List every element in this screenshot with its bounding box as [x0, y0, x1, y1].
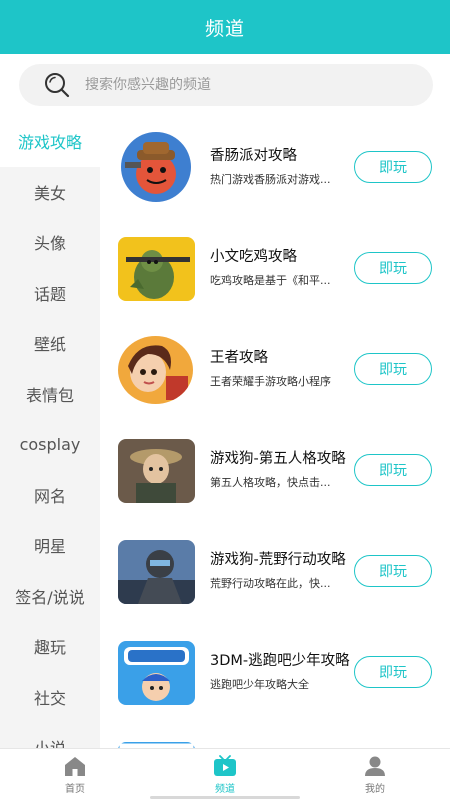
list-item[interactable]: 王者攻略 王者荣耀手游攻略小程序 即玩 [100, 318, 450, 419]
sidebar-item-fun[interactable]: 趣玩 [0, 621, 100, 672]
sidebar-item-signatures[interactable]: 签名/说说 [0, 571, 100, 622]
list-item[interactable]: 小文吃鸡攻略 吃鸡攻略是基于《和平... 即玩 [100, 217, 450, 318]
item-title: 游戏狗-荒野行动攻略 [210, 551, 346, 568]
honor-of-kings-thumbnail [118, 336, 193, 404]
sausage-party-thumbnail [121, 132, 191, 202]
play-button[interactable]: 即玩 [354, 353, 432, 385]
person-icon [365, 756, 385, 776]
category-sidebar: 游戏攻略 美女 头像 话题 壁纸 表情包 cosplay 网名 明星 签名/说说… [0, 116, 100, 748]
sidebar-item-avatars[interactable]: 头像 [0, 217, 100, 268]
sidebar-item-novels[interactable]: 小说 [0, 722, 100, 748]
knives-out-thumbnail [118, 540, 195, 604]
item-description: 第五人格攻略，快点击... [210, 475, 331, 489]
list-item[interactable]: 游戏狗-第五人格攻略 第五人格攻略，快点击... 即玩 [100, 419, 450, 520]
sidebar-item-beauty[interactable]: 美女 [0, 167, 100, 218]
item-description: 王者荣耀手游攻略小程序 [210, 374, 331, 388]
tab-label: 首页 [65, 783, 85, 795]
item-description: 逃跑吧少年攻略大全 [210, 677, 309, 691]
tab-label: 我的 [365, 783, 385, 795]
bottom-tab-bar: 首页 频道 我的 [0, 748, 450, 800]
header-bar: 频道 [0, 0, 450, 54]
list-item[interactable]: 游戏狗-荒野行动攻略 荒野行动攻略在此，快... 即玩 [100, 520, 450, 621]
identity-v-thumbnail [118, 439, 195, 503]
page-title: 频道 [204, 17, 245, 40]
item-title: 王者攻略 [210, 349, 268, 366]
play-button[interactable]: 即玩 [354, 454, 432, 486]
item-title: 游戏狗-第五人格攻略 [210, 450, 346, 467]
channel-list: 香肠派对攻略 热门游戏香肠派对游戏... 即玩 小文吃鸡攻略 吃鸡攻略是基于《和… [100, 116, 450, 748]
tab-label: 频道 [215, 783, 235, 795]
sidebar-item-stickers[interactable]: 表情包 [0, 369, 100, 420]
sidebar-item-topics[interactable]: 话题 [0, 268, 100, 319]
sidebar-item-social[interactable]: 社交 [0, 672, 100, 723]
play-button[interactable]: 即玩 [354, 555, 432, 587]
search-icon [45, 73, 70, 98]
home-indicator [150, 796, 300, 799]
list-item-partial[interactable] [100, 722, 450, 748]
list-item[interactable]: 3DM-逃跑吧少年攻略 逃跑吧少年攻略大全 即玩 [100, 621, 450, 722]
tab-home[interactable]: 首页 [0, 749, 150, 800]
item-description: 热门游戏香肠派对游戏... [210, 172, 331, 186]
tab-channels[interactable]: 频道 [150, 749, 300, 800]
tab-profile[interactable]: 我的 [300, 749, 450, 800]
escape-boy-thumbnail [118, 641, 195, 705]
play-button[interactable]: 即玩 [354, 252, 432, 284]
search-bar[interactable] [19, 64, 433, 106]
item-description: 吃鸡攻略是基于《和平... [210, 273, 331, 287]
search-input[interactable] [85, 77, 433, 93]
sidebar-item-celebrities[interactable]: 明星 [0, 520, 100, 571]
item-title: 小文吃鸡攻略 [210, 248, 297, 265]
tv-icon [214, 754, 236, 776]
item-title: 3DM-逃跑吧少年攻略 [210, 652, 350, 669]
sidebar-item-cosplay[interactable]: cosplay [0, 419, 100, 470]
search-area [0, 54, 450, 116]
pubg-soldier-thumbnail [118, 237, 195, 301]
item-title: 香肠派对攻略 [210, 147, 297, 164]
play-button[interactable]: 即玩 [354, 656, 432, 688]
home-icon [65, 756, 85, 776]
sidebar-item-game-guides[interactable]: 游戏攻略 [0, 116, 100, 167]
item-description: 荒野行动攻略在此，快... [210, 576, 331, 590]
sidebar-item-nicknames[interactable]: 网名 [0, 470, 100, 521]
list-item[interactable]: 香肠派对攻略 热门游戏香肠派对游戏... 即玩 [100, 116, 450, 217]
play-button[interactable]: 即玩 [354, 151, 432, 183]
sidebar-item-wallpapers[interactable]: 壁纸 [0, 318, 100, 369]
